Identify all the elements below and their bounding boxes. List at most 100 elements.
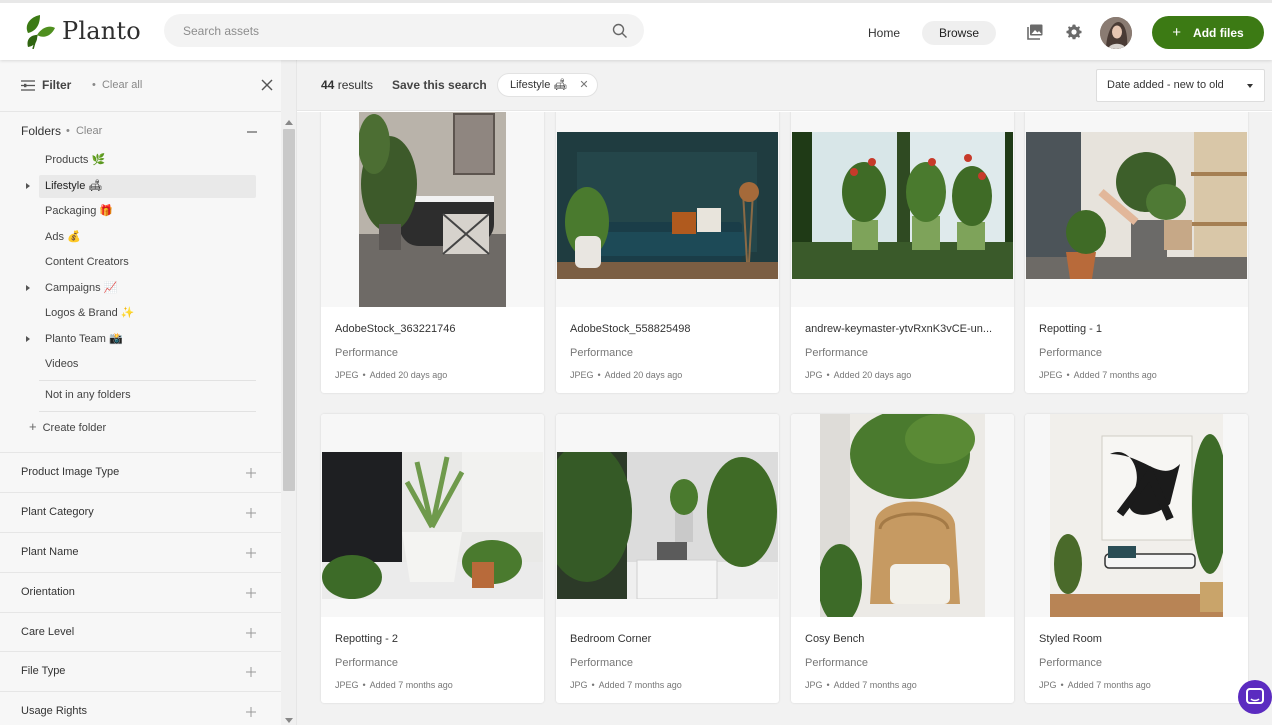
active-filter-chip[interactable]: Lifestyle 🛋 ✕ bbox=[497, 73, 598, 97]
plus-icon: + bbox=[1172, 24, 1182, 41]
bedroom-corner-photo-icon bbox=[557, 452, 778, 599]
filter-title: Filter bbox=[42, 78, 72, 92]
sidebar-scrollbar-thumb[interactable] bbox=[283, 129, 295, 491]
divider bbox=[39, 411, 256, 412]
nav-home-link[interactable]: Home bbox=[856, 21, 912, 45]
asset-thumbnail[interactable] bbox=[321, 414, 544, 617]
asset-title[interactable]: Repotting - 1 bbox=[1039, 323, 1239, 335]
gallery-icon[interactable] bbox=[1026, 23, 1044, 41]
asset-title[interactable]: AdobeStock_558825498 bbox=[570, 323, 770, 335]
facet-plant-category[interactable]: Plant Category bbox=[0, 492, 281, 532]
window-plants-photo-icon bbox=[792, 132, 1013, 279]
collapse-minus-icon[interactable] bbox=[247, 131, 257, 133]
asset-tag: Performance bbox=[335, 347, 398, 359]
facet-label: File Type bbox=[21, 665, 66, 677]
clear-all-link[interactable]: • Clear all bbox=[92, 79, 142, 91]
clear-all-label: Clear all bbox=[101, 79, 143, 91]
create-folder-button[interactable]: + Create folder bbox=[29, 419, 106, 434]
asset-tag: Performance bbox=[1039, 657, 1102, 669]
asset-title[interactable]: Bedroom Corner bbox=[570, 633, 770, 645]
save-search-button[interactable]: Save this search bbox=[392, 78, 487, 92]
expand-plus-icon[interactable] bbox=[244, 506, 258, 520]
asset-title[interactable]: andrew-keymaster-ytvRxnK3vCE-un... bbox=[805, 323, 1005, 335]
expand-plus-icon[interactable] bbox=[244, 586, 258, 600]
folder-item-not-in-folders[interactable]: Not in any folders bbox=[39, 384, 256, 407]
user-avatar[interactable] bbox=[1100, 17, 1132, 49]
asset-file-type: JPEG bbox=[335, 680, 359, 690]
facet-orientation[interactable]: Orientation bbox=[0, 572, 281, 612]
asset-card[interactable]: Repotting - 2 Performance JPEG • Added 7 m… bbox=[321, 414, 544, 703]
nav-browse-link[interactable]: Browse bbox=[922, 21, 996, 45]
facet-usage-rights[interactable]: Usage Rights bbox=[0, 691, 281, 725]
add-files-button[interactable]: + Add files bbox=[1152, 16, 1264, 49]
remove-chip-icon[interactable]: ✕ bbox=[579, 74, 588, 96]
settings-gear-icon[interactable] bbox=[1065, 23, 1083, 41]
expand-plus-icon[interactable] bbox=[244, 665, 258, 679]
folders-section-title[interactable]: Folders bbox=[21, 124, 61, 138]
expand-caret-icon[interactable] bbox=[26, 183, 30, 189]
chat-widget-button[interactable] bbox=[1238, 680, 1272, 714]
folder-item-campaigns[interactable]: Campaigns 📈 bbox=[39, 277, 256, 300]
expand-caret-icon[interactable] bbox=[26, 336, 30, 342]
expand-plus-icon[interactable] bbox=[244, 546, 258, 560]
folders-clear-label: Clear bbox=[75, 125, 103, 137]
folder-item-videos[interactable]: Videos bbox=[39, 353, 256, 376]
asset-title[interactable]: AdobeStock_363221746 bbox=[335, 323, 535, 335]
asset-card[interactable]: Repotting - 1 Performance JPEG • Added 7 m… bbox=[1025, 112, 1248, 393]
asset-thumbnail[interactable] bbox=[321, 112, 544, 307]
folder-item-packaging[interactable]: Packaging 🎁 bbox=[39, 200, 256, 223]
expand-plus-icon[interactable] bbox=[244, 705, 258, 719]
facet-file-type[interactable]: File Type bbox=[0, 651, 281, 691]
asset-thumbnail[interactable] bbox=[791, 112, 1014, 307]
expand-plus-icon[interactable] bbox=[244, 466, 258, 480]
scroll-up-arrow-icon[interactable] bbox=[285, 120, 293, 125]
search-icon[interactable] bbox=[612, 23, 628, 39]
asset-tag: Performance bbox=[570, 657, 633, 669]
asset-title[interactable]: Cosy Bench bbox=[805, 633, 1005, 645]
folder-item-content-creators[interactable]: Content Creators bbox=[39, 251, 256, 274]
asset-card[interactable]: Bedroom Corner Performance JPG • Added 7 m… bbox=[556, 414, 779, 703]
asset-title[interactable]: Styled Room bbox=[1039, 633, 1239, 645]
scroll-down-arrow-icon[interactable] bbox=[285, 718, 293, 723]
asset-card[interactable]: AdobeStock_363221746 Performance JPEG • Ad… bbox=[321, 112, 544, 393]
search-input[interactable] bbox=[164, 14, 584, 47]
asset-card[interactable]: andrew-keymaster-ytvRxnK3vCE-un... Perfo… bbox=[791, 112, 1014, 393]
asset-title[interactable]: Repotting - 2 bbox=[335, 633, 535, 645]
folder-item-products[interactable]: Products 🌿 bbox=[39, 149, 256, 172]
asset-added-date: Added 7 months ago bbox=[1073, 370, 1157, 380]
asset-added-date: Added 7 months ago bbox=[598, 680, 682, 690]
facet-plant-name[interactable]: Plant Name bbox=[0, 532, 281, 572]
results-count-number: 44 bbox=[321, 78, 335, 92]
asset-thumbnail[interactable] bbox=[556, 414, 779, 617]
expand-plus-icon[interactable] bbox=[244, 626, 258, 640]
facet-product-image-type[interactable]: Product Image Type bbox=[0, 452, 281, 492]
asset-card[interactable]: AdobeStock_558825498 Performance JPEG • Ad… bbox=[556, 112, 779, 393]
folder-item-lifestyle[interactable]: Lifestyle 🛋 bbox=[39, 175, 256, 198]
sort-dropdown[interactable]: Date added - new to old bbox=[1096, 69, 1265, 102]
close-icon[interactable] bbox=[259, 77, 275, 93]
results-toolbar: 44 results Save this search Lifestyle 🛋 … bbox=[297, 60, 1272, 111]
asset-file-type: JPEG bbox=[570, 370, 594, 380]
search-bar[interactable] bbox=[164, 14, 644, 47]
filter-header: Filter • Clear all bbox=[0, 60, 296, 111]
expand-caret-icon[interactable] bbox=[26, 285, 30, 291]
avatar-photo-icon bbox=[1100, 17, 1132, 49]
folder-item-logos-brand[interactable]: Logos & Brand ✨ bbox=[39, 302, 256, 325]
asset-file-type: JPG bbox=[1039, 680, 1057, 690]
facet-care-level[interactable]: Care Level bbox=[0, 612, 281, 652]
facet-label: Usage Rights bbox=[21, 705, 88, 717]
asset-grid: AdobeStock_363221746 Performance JPEG • Ad… bbox=[297, 112, 1272, 725]
asset-thumbnail[interactable] bbox=[556, 112, 779, 307]
asset-thumbnail[interactable] bbox=[1025, 414, 1248, 617]
planto-logo[interactable]: Planto bbox=[22, 13, 141, 49]
folders-clear-link[interactable]: • Clear bbox=[66, 125, 102, 137]
asset-card[interactable]: Styled Room Performance JPG • Added 7 mont… bbox=[1025, 414, 1248, 703]
asset-tag: Performance bbox=[1039, 347, 1102, 359]
folder-item-planto-team[interactable]: Planto Team 📸 bbox=[39, 328, 256, 351]
asset-thumbnail[interactable] bbox=[1025, 112, 1248, 307]
asset-thumbnail[interactable] bbox=[791, 414, 1014, 617]
asset-tag: Performance bbox=[570, 347, 633, 359]
chat-icon bbox=[1246, 688, 1264, 704]
folder-item-ads[interactable]: Ads 💰 bbox=[39, 226, 256, 249]
asset-card[interactable]: Cosy Bench Performance JPG • Added 7 month… bbox=[791, 414, 1014, 703]
